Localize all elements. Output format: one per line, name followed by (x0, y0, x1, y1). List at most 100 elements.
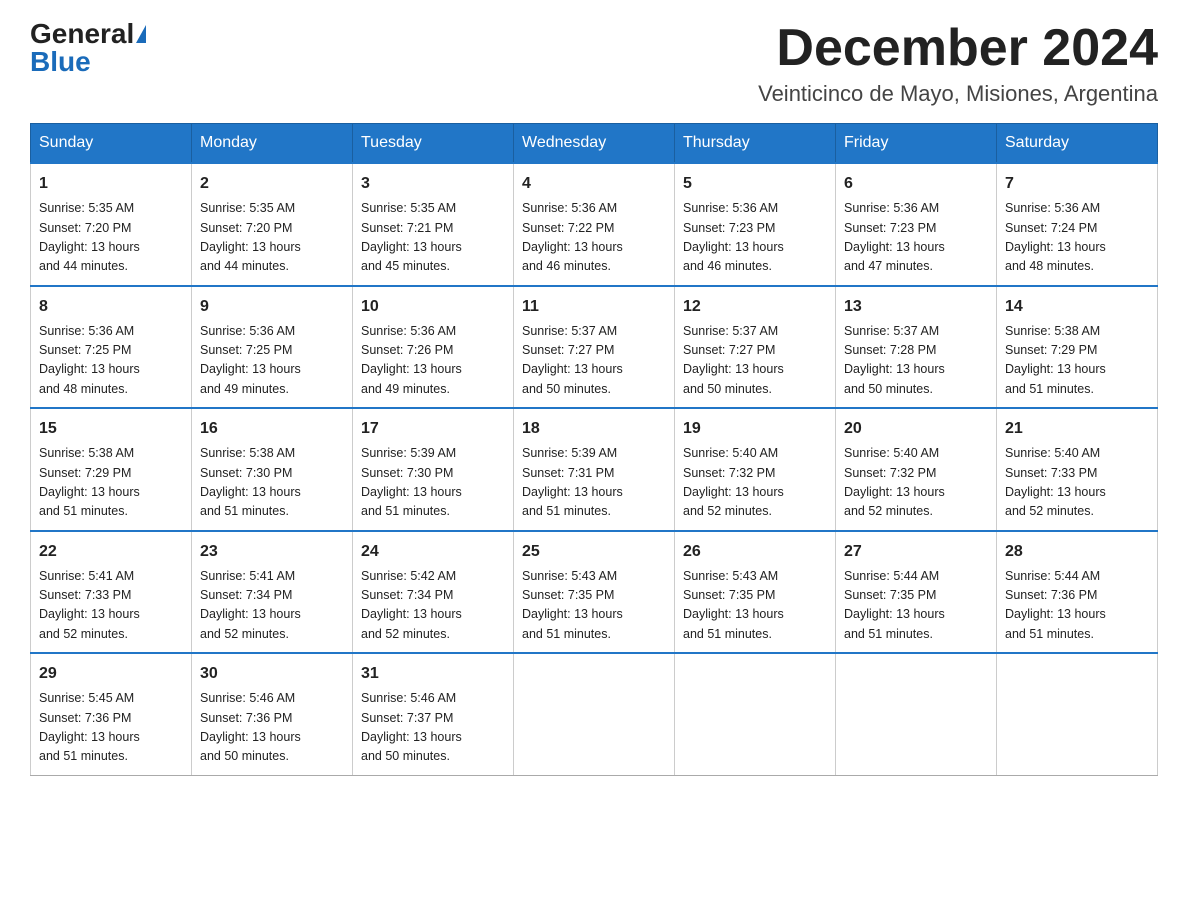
day-info: Sunrise: 5:43 AMSunset: 7:35 PMDaylight:… (683, 567, 827, 645)
empty-cell (997, 653, 1158, 775)
day-number: 20 (844, 417, 988, 441)
day-number: 24 (361, 540, 505, 564)
day-info: Sunrise: 5:38 AMSunset: 7:29 PMDaylight:… (1005, 322, 1149, 400)
day-cell-26: 26 Sunrise: 5:43 AMSunset: 7:35 PMDayligh… (675, 531, 836, 654)
day-cell-27: 27Sunrise: 5:44 AMSunset: 7:35 PMDayligh… (836, 531, 997, 654)
day-number: 17 (361, 417, 505, 441)
day-number: 26 (683, 540, 827, 564)
day-number: 9 (200, 295, 344, 319)
day-info: Sunrise: 5:35 AMSunset: 7:21 PMDaylight:… (361, 199, 505, 277)
day-info: Sunrise: 5:39 AMSunset: 7:31 PMDaylight:… (522, 444, 666, 522)
day-number: 12 (683, 295, 827, 319)
title-area: December 2024 Veinticinco de Mayo, Misio… (758, 20, 1158, 107)
day-cell-9: 9 Sunrise: 5:36 AMSunset: 7:25 PMDaylight… (192, 286, 353, 409)
day-info: Sunrise: 5:37 AMSunset: 7:27 PMDaylight:… (522, 322, 666, 400)
day-cell-19: 19 Sunrise: 5:40 AMSunset: 7:32 PMDayligh… (675, 408, 836, 531)
day-number: 4 (522, 172, 666, 196)
day-cell-18: 18 Sunrise: 5:39 AMSunset: 7:31 PMDayligh… (514, 408, 675, 531)
day-info: Sunrise: 5:44 AMSunset: 7:36 PMDaylight:… (1005, 567, 1149, 645)
day-cell-21: 21 Sunrise: 5:40 AMSunset: 7:33 PMDayligh… (997, 408, 1158, 531)
day-number: 8 (39, 295, 183, 319)
day-number: 14 (1005, 295, 1149, 319)
day-cell-25: 25 Sunrise: 5:43 AMSunset: 7:35 PMDayligh… (514, 531, 675, 654)
day-number: 22 (39, 540, 183, 564)
day-number: 18 (522, 417, 666, 441)
week-row-3: 15 Sunrise: 5:38 AMSunset: 7:29 PMDayligh… (31, 408, 1158, 531)
location-subtitle: Veinticinco de Mayo, Misiones, Argentina (758, 81, 1158, 107)
logo: General Blue (30, 20, 146, 76)
day-cell-30: 30 Sunrise: 5:46 AMSunset: 7:36 PMDayligh… (192, 653, 353, 775)
day-cell-28: 28 Sunrise: 5:44 AMSunset: 7:36 PMDayligh… (997, 531, 1158, 654)
day-number: 13 (844, 295, 988, 319)
day-cell-22: 22 Sunrise: 5:41 AMSunset: 7:33 PMDayligh… (31, 531, 192, 654)
day-cell-5: 5Sunrise: 5:36 AMSunset: 7:23 PMDaylight… (675, 163, 836, 286)
day-info: Sunrise: 5:40 AMSunset: 7:33 PMDaylight:… (1005, 444, 1149, 522)
day-info: Sunrise: 5:38 AMSunset: 7:30 PMDaylight:… (200, 444, 344, 522)
day-cell-6: 6 Sunrise: 5:36 AMSunset: 7:23 PMDaylight… (836, 163, 997, 286)
day-cell-3: 3Sunrise: 5:35 AMSunset: 7:21 PMDaylight… (353, 163, 514, 286)
day-number: 15 (39, 417, 183, 441)
day-number: 6 (844, 172, 988, 196)
header: General Blue December 2024 Veinticinco d… (30, 20, 1158, 107)
day-info: Sunrise: 5:38 AMSunset: 7:29 PMDaylight:… (39, 444, 183, 522)
day-cell-8: 8Sunrise: 5:36 AMSunset: 7:25 PMDaylight… (31, 286, 192, 409)
day-number: 1 (39, 172, 183, 196)
header-wednesday: Wednesday (514, 124, 675, 164)
day-number: 11 (522, 295, 666, 319)
week-row-4: 22 Sunrise: 5:41 AMSunset: 7:33 PMDayligh… (31, 531, 1158, 654)
day-number: 21 (1005, 417, 1149, 441)
day-info: Sunrise: 5:43 AMSunset: 7:35 PMDaylight:… (522, 567, 666, 645)
day-number: 28 (1005, 540, 1149, 564)
day-info: Sunrise: 5:45 AMSunset: 7:36 PMDaylight:… (39, 689, 183, 767)
day-number: 7 (1005, 172, 1149, 196)
day-info: Sunrise: 5:36 AMSunset: 7:23 PMDaylight:… (683, 199, 827, 277)
day-cell-24: 24Sunrise: 5:42 AMSunset: 7:34 PMDayligh… (353, 531, 514, 654)
day-info: Sunrise: 5:37 AMSunset: 7:27 PMDaylight:… (683, 322, 827, 400)
day-info: Sunrise: 5:36 AMSunset: 7:26 PMDaylight:… (361, 322, 505, 400)
day-number: 25 (522, 540, 666, 564)
day-info: Sunrise: 5:40 AMSunset: 7:32 PMDaylight:… (844, 444, 988, 522)
day-cell-12: 12 Sunrise: 5:37 AMSunset: 7:27 PMDayligh… (675, 286, 836, 409)
day-info: Sunrise: 5:46 AMSunset: 7:37 PMDaylight:… (361, 689, 505, 767)
day-info: Sunrise: 5:36 AMSunset: 7:22 PMDaylight:… (522, 199, 666, 277)
day-cell-15: 15 Sunrise: 5:38 AMSunset: 7:29 PMDayligh… (31, 408, 192, 531)
day-cell-7: 7 Sunrise: 5:36 AMSunset: 7:24 PMDaylight… (997, 163, 1158, 286)
day-info: Sunrise: 5:40 AMSunset: 7:32 PMDaylight:… (683, 444, 827, 522)
logo-triangle-icon (136, 25, 146, 43)
day-cell-2: 2Sunrise: 5:35 AMSunset: 7:20 PMDaylight… (192, 163, 353, 286)
day-info: Sunrise: 5:41 AMSunset: 7:33 PMDaylight:… (39, 567, 183, 645)
day-cell-13: 13 Sunrise: 5:37 AMSunset: 7:28 PMDayligh… (836, 286, 997, 409)
day-info: Sunrise: 5:35 AMSunset: 7:20 PMDaylight:… (39, 199, 183, 277)
header-thursday: Thursday (675, 124, 836, 164)
logo-blue-text: Blue (30, 48, 91, 76)
day-cell-29: 29 Sunrise: 5:45 AMSunset: 7:36 PMDayligh… (31, 653, 192, 775)
header-sunday: Sunday (31, 124, 192, 164)
header-tuesday: Tuesday (353, 124, 514, 164)
day-info: Sunrise: 5:46 AMSunset: 7:36 PMDaylight:… (200, 689, 344, 767)
header-saturday: Saturday (997, 124, 1158, 164)
empty-cell (675, 653, 836, 775)
day-number: 23 (200, 540, 344, 564)
empty-cell (836, 653, 997, 775)
day-number: 29 (39, 662, 183, 686)
day-cell-4: 4 Sunrise: 5:36 AMSunset: 7:22 PMDaylight… (514, 163, 675, 286)
day-cell-16: 16Sunrise: 5:38 AMSunset: 7:30 PMDayligh… (192, 408, 353, 531)
header-row: SundayMondayTuesdayWednesdayThursdayFrid… (31, 124, 1158, 164)
day-number: 31 (361, 662, 505, 686)
day-cell-1: 1 Sunrise: 5:35 AMSunset: 7:20 PMDaylight… (31, 163, 192, 286)
day-info: Sunrise: 5:37 AMSunset: 7:28 PMDaylight:… (844, 322, 988, 400)
day-cell-14: 14 Sunrise: 5:38 AMSunset: 7:29 PMDayligh… (997, 286, 1158, 409)
day-cell-17: 17Sunrise: 5:39 AMSunset: 7:30 PMDayligh… (353, 408, 514, 531)
week-row-1: 1 Sunrise: 5:35 AMSunset: 7:20 PMDaylight… (31, 163, 1158, 286)
day-info: Sunrise: 5:35 AMSunset: 7:20 PMDaylight:… (200, 199, 344, 277)
day-info: Sunrise: 5:36 AMSunset: 7:23 PMDaylight:… (844, 199, 988, 277)
day-number: 19 (683, 417, 827, 441)
day-number: 30 (200, 662, 344, 686)
header-monday: Monday (192, 124, 353, 164)
day-cell-31: 31 Sunrise: 5:46 AMSunset: 7:37 PMDayligh… (353, 653, 514, 775)
day-info: Sunrise: 5:36 AMSunset: 7:24 PMDaylight:… (1005, 199, 1149, 277)
day-info: Sunrise: 5:36 AMSunset: 7:25 PMDaylight:… (200, 322, 344, 400)
calendar-table: SundayMondayTuesdayWednesdayThursdayFrid… (30, 123, 1158, 776)
logo-general-text: General (30, 20, 134, 48)
day-info: Sunrise: 5:41 AMSunset: 7:34 PMDaylight:… (200, 567, 344, 645)
